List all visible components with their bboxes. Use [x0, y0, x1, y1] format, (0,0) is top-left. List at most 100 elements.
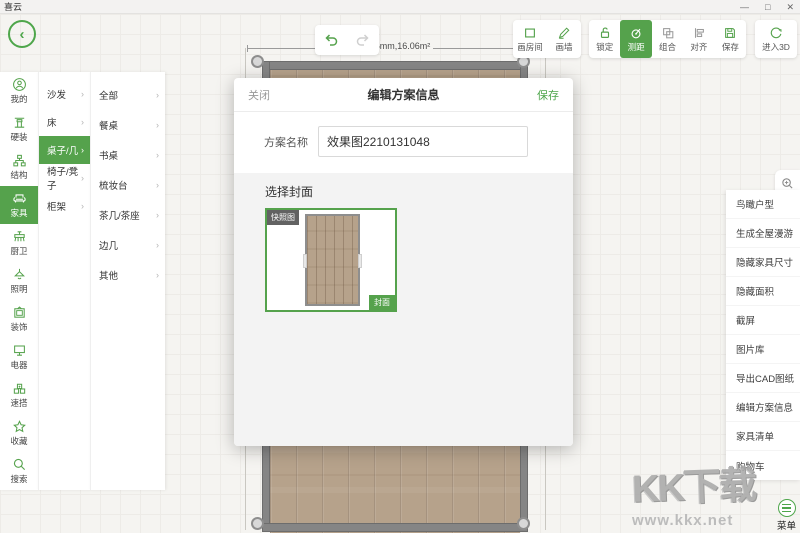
- draw-room-button[interactable]: 画房间: [513, 20, 547, 58]
- back-button[interactable]: ‹: [8, 20, 36, 48]
- wall-top[interactable]: [262, 61, 528, 70]
- star-icon: [12, 419, 27, 434]
- sidebar-item-quick-build[interactable]: 速搭: [0, 376, 38, 414]
- menu-item-furniture-list[interactable]: 家具清单: [726, 422, 800, 451]
- subcategory-side-table[interactable]: 边几›: [91, 230, 165, 260]
- menu-item-shopping-cart[interactable]: 购物车: [726, 451, 800, 480]
- cover-select-section: 选择封面 快照图 封面: [234, 173, 573, 446]
- kitchen-icon: [12, 229, 27, 244]
- dialog-close-button[interactable]: 关闭: [248, 87, 270, 103]
- cover-thumbnail[interactable]: 快照图 封面: [265, 208, 397, 312]
- user-icon: [12, 77, 27, 92]
- category-sidebar: 我的 硬装 结构 家具 厨卫 照明 装饰 电器 速搭 收藏 搜索: [0, 72, 38, 490]
- sidebar-item-furniture[interactable]: 家具: [0, 186, 38, 224]
- wall-corner-handle-bottom-right[interactable]: [517, 517, 530, 530]
- chevron-right-icon: ›: [156, 150, 159, 160]
- sidebar-item-hard-decor[interactable]: 硬装: [0, 110, 38, 148]
- sidebar-item-decoration[interactable]: 装饰: [0, 300, 38, 338]
- blocks-icon: [12, 381, 27, 396]
- sidebar-item-kitchen-bath[interactable]: 厨卫: [0, 224, 38, 262]
- snapshot-badge: 快照图: [267, 210, 299, 225]
- door-marker-right: [358, 254, 362, 268]
- undo-icon[interactable]: [323, 33, 339, 47]
- dialog-save-button[interactable]: 保存: [537, 87, 559, 103]
- armchair-icon: [12, 191, 27, 206]
- align-button[interactable]: 对齐: [683, 20, 714, 58]
- menu-item-roam[interactable]: 生成全屋漫游: [726, 219, 800, 248]
- subcategory-dresser[interactable]: 梳妆台›: [91, 170, 165, 200]
- enter-3d-group: 进入3D: [755, 20, 797, 58]
- redo-icon[interactable]: [355, 33, 371, 47]
- dialog-title: 编辑方案信息: [367, 86, 439, 103]
- minimize-icon[interactable]: —: [740, 0, 749, 14]
- menu-item-hide-furniture-size[interactable]: 隐藏家具尺寸: [726, 248, 800, 277]
- menu-item-export-cad[interactable]: 导出CAD图纸: [726, 364, 800, 393]
- save-button[interactable]: 保存: [715, 20, 746, 58]
- maximize-icon[interactable]: □: [765, 0, 770, 14]
- lock-button[interactable]: 锁定: [589, 20, 620, 58]
- menu-fab-button[interactable]: 菜单: [777, 499, 796, 532]
- sidebar-item-search[interactable]: 搜索: [0, 452, 38, 490]
- wall-corner-handle-bottom-left[interactable]: [251, 517, 264, 530]
- subcategory-all[interactable]: 全部›: [91, 80, 165, 110]
- chevron-right-icon: ›: [156, 120, 159, 130]
- chevron-right-icon: ›: [156, 240, 159, 250]
- category-bed[interactable]: 床›: [39, 108, 90, 136]
- lock-icon: [598, 26, 612, 40]
- subcategory-dining-table[interactable]: 餐桌›: [91, 110, 165, 140]
- search-icon: [12, 457, 27, 472]
- menu-item-screenshot[interactable]: 截屏: [726, 306, 800, 335]
- title-bar: 喜云 — □ ✕: [0, 0, 800, 14]
- close-icon[interactable]: ✕: [786, 0, 794, 14]
- category-cabinet[interactable]: 柜架›: [39, 192, 90, 220]
- cover-section-title: 选择封面: [265, 183, 573, 200]
- group-button[interactable]: 组合: [652, 20, 683, 58]
- chevron-right-icon: ›: [156, 270, 159, 280]
- subcategory-tea-table[interactable]: 茶几/茶座›: [91, 200, 165, 230]
- sidebar-item-favorites[interactable]: 收藏: [0, 414, 38, 452]
- plan-name-input[interactable]: [318, 126, 528, 157]
- menu-item-hide-area[interactable]: 隐藏面积: [726, 277, 800, 306]
- menu-item-image-library[interactable]: 图片库: [726, 335, 800, 364]
- group-icon: [661, 26, 675, 40]
- monitor-icon: [12, 343, 27, 358]
- chevron-right-icon: ›: [81, 89, 84, 99]
- category-table[interactable]: 桌子/几›: [39, 136, 90, 164]
- sidebar-item-lighting[interactable]: 照明: [0, 262, 38, 300]
- furniture-category-menu: 沙发› 床› 桌子/几› 椅子/凳子› 柜架›: [38, 72, 90, 490]
- enter-3d-button[interactable]: 进入3D: [755, 20, 797, 58]
- chevron-right-icon: ›: [81, 117, 84, 127]
- undo-redo-toolbar: [315, 25, 379, 55]
- draw-tools-group: 画房间 画墙: [513, 20, 581, 58]
- menu-item-birdview[interactable]: 鸟瞰户型: [726, 190, 800, 219]
- wall-corner-handle-top-left[interactable]: [251, 55, 264, 68]
- zoom-in-icon: [781, 177, 794, 190]
- enter-3d-icon: [769, 26, 783, 40]
- subcategory-desk[interactable]: 书桌›: [91, 140, 165, 170]
- sidebar-item-mine[interactable]: 我的: [0, 72, 38, 110]
- chevron-right-icon: ›: [81, 201, 84, 211]
- plan-actions-menu: 鸟瞰户型 生成全屋漫游 隐藏家具尺寸 隐藏面积 截屏 图片库 导出CAD图纸 编…: [726, 190, 800, 480]
- align-icon: [692, 26, 706, 40]
- floorplan-preview: [305, 214, 360, 306]
- app-title: 喜云: [4, 0, 22, 13]
- sidebar-item-structure[interactable]: 结构: [0, 148, 38, 186]
- plan-name-row: 方案名称: [234, 112, 573, 173]
- chevron-right-icon: ›: [156, 90, 159, 100]
- menu-item-edit-plan-info[interactable]: 编辑方案信息: [726, 393, 800, 422]
- draw-wall-button[interactable]: 画墙: [547, 20, 581, 58]
- edit-plan-info-dialog: 关闭 编辑方案信息 保存 方案名称 选择封面 快照图 封面: [234, 78, 573, 446]
- cover-badge: 封面: [369, 295, 395, 310]
- door-marker-left: [303, 254, 307, 268]
- measure-button[interactable]: 测距: [620, 20, 651, 58]
- chevron-right-icon: ›: [156, 210, 159, 220]
- pillar-icon: [12, 115, 27, 130]
- wall-bottom[interactable]: [262, 523, 528, 532]
- subcategory-other[interactable]: 其他›: [91, 260, 165, 290]
- category-sofa[interactable]: 沙发›: [39, 80, 90, 108]
- plan-name-label: 方案名称: [264, 134, 318, 150]
- sidebar-item-appliances[interactable]: 电器: [0, 338, 38, 376]
- structure-icon: [12, 153, 27, 168]
- picture-frame-icon: [12, 305, 27, 320]
- category-chair-stool[interactable]: 椅子/凳子›: [39, 164, 90, 192]
